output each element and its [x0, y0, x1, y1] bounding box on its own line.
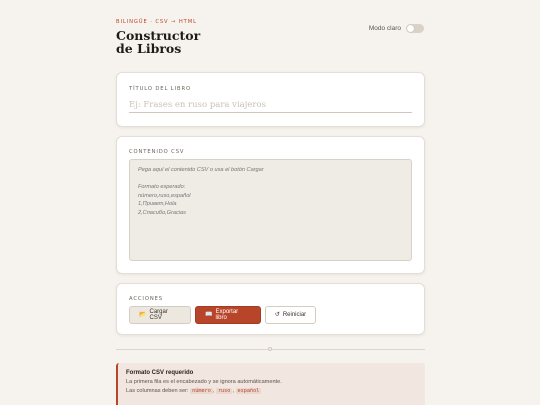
- reset-label: Reiniciar: [282, 312, 307, 318]
- column-code: número: [190, 388, 213, 394]
- note-columns-prefix: Las columnas deben ser:: [126, 388, 189, 394]
- theme-toggle[interactable]: [406, 24, 424, 33]
- csv-card: CONTENIDO CSV: [116, 136, 425, 274]
- load-csv-button[interactable]: 📂 Cargar CSV: [129, 306, 191, 324]
- actions-row: 📂 Cargar CSV 📖 Exportar libro ↺ Reinicia…: [129, 306, 316, 324]
- note-line-2: Las columnas deben ser: número, ruso, es…: [126, 388, 417, 394]
- book-title-input[interactable]: [129, 97, 412, 113]
- column-code: ruso: [215, 388, 233, 394]
- book-icon: 📖: [205, 312, 213, 318]
- note-line-1: La primera fila es el encabezado y se ig…: [126, 379, 282, 385]
- theme-toggle-label: Modo claro: [368, 25, 401, 32]
- actions-card: ACCIONES 📂 Cargar CSV 📖 Exportar libro ↺…: [116, 283, 425, 335]
- refresh-icon: ↺: [274, 312, 280, 318]
- page-header: BILINGÜE · CSV → HTML Constructor de Lib…: [116, 19, 424, 59]
- column-code: español: [235, 388, 262, 394]
- load-csv-label: Cargar CSV: [149, 309, 168, 321]
- export-book-button[interactable]: 📖 Exportar libro: [195, 306, 261, 324]
- reset-button[interactable]: ↺ Reiniciar: [265, 306, 316, 324]
- csv-textarea[interactable]: [129, 159, 412, 261]
- page-title: Constructor de Libros: [116, 28, 201, 56]
- title-card: TÍTULO DEL LIBRO: [116, 72, 425, 127]
- export-book-label: Exportar libro: [215, 309, 239, 321]
- note-title: Formato CSV requerido: [126, 370, 194, 376]
- divider-dot: [268, 347, 272, 351]
- csv-label: CONTENIDO CSV: [129, 149, 185, 155]
- title-label: TÍTULO DEL LIBRO: [129, 86, 191, 92]
- format-note: Formato CSV requerido La primera fila es…: [116, 363, 425, 405]
- actions-label: ACCIONES: [129, 296, 163, 302]
- toggle-knob: [407, 25, 414, 32]
- folder-icon: 📂: [139, 312, 147, 318]
- theme-toggle-group: Modo claro: [369, 24, 424, 33]
